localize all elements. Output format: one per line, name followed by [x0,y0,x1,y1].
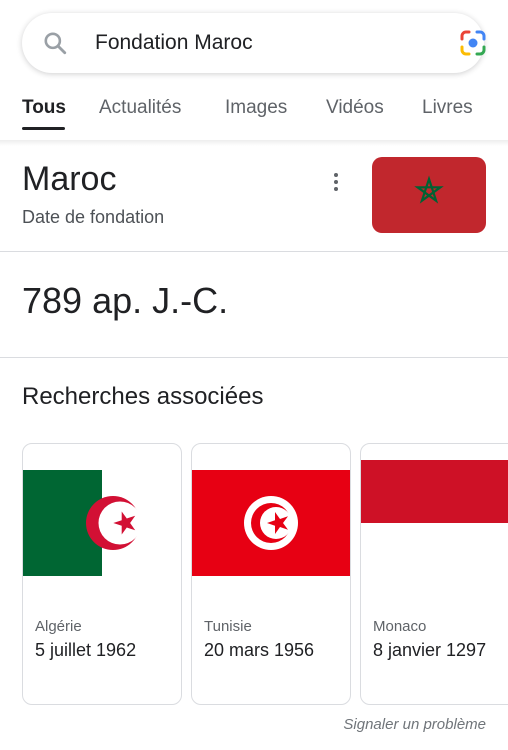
monaco-flag-image [361,460,508,566]
related-card-monaco[interactable]: Monaco 8 janvier 1297 [360,443,508,705]
tab-images[interactable]: Images [225,97,287,119]
report-problem-link[interactable]: Signaler un problème [343,716,486,733]
related-searches-title: Recherches associées [22,383,264,410]
tab-livres[interactable]: Livres [422,97,473,119]
related-country: Algérie [35,618,82,635]
divider [0,251,508,252]
active-tab-indicator [22,127,65,130]
morocco-flag-image[interactable] [372,157,486,233]
tab-videos[interactable]: Vidéos [326,97,384,119]
related-country: Tunisie [204,618,252,635]
tabs-divider [0,140,508,146]
divider [0,357,508,358]
related-country: Monaco [373,618,427,635]
tunisia-flag-image [192,470,350,576]
algeria-flag-image [23,470,181,576]
related-card-algerie[interactable]: Algérie 5 juillet 1962 [22,443,182,705]
search-icon[interactable] [42,30,68,56]
tab-actualites[interactable]: Actualités [99,97,181,119]
search-bar[interactable]: Fondation Maroc [22,13,486,73]
related-date: 20 mars 1956 [204,640,315,660]
entity-subtitle: Date de fondation [22,207,165,227]
related-date: 5 juillet 1962 [35,640,137,660]
related-card-tunisie[interactable]: Tunisie 20 mars 1956 [191,443,351,705]
related-date: 8 janvier 1297 [373,640,487,660]
answer-value: 789 ap. J.-C. [22,280,229,321]
search-tabs: Tous Actualités Images Vidéos Livres [0,95,508,135]
search-input[interactable]: Fondation Maroc [95,31,253,55]
more-options-icon[interactable] [325,170,347,196]
entity-title: Maroc [22,160,117,198]
google-lens-icon[interactable] [458,28,488,58]
tab-tous[interactable]: Tous [22,97,66,119]
